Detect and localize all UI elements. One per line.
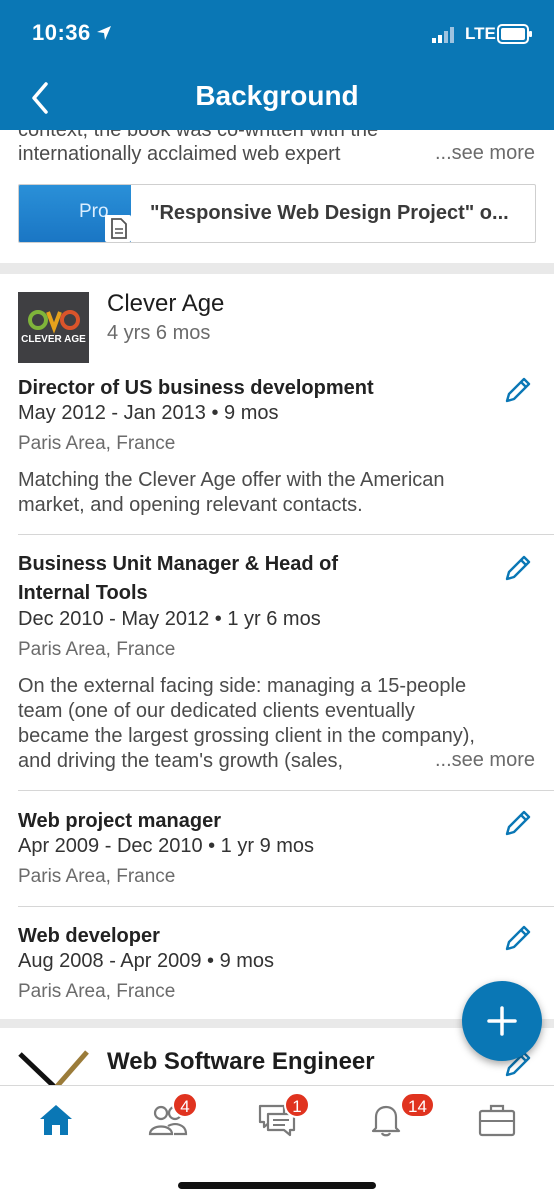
media-title: "Responsive Web Design Project" o... bbox=[150, 202, 509, 224]
battery-icon bbox=[497, 24, 532, 44]
add-button[interactable] bbox=[462, 981, 542, 1061]
position-dates: May 2012 - Jan 2013 • 9 mos bbox=[18, 402, 279, 424]
position-title: Web project manager bbox=[18, 810, 222, 832]
company-logo[interactable]: CLEVER AGE bbox=[18, 292, 89, 363]
position-location: Paris Area, France bbox=[18, 866, 176, 887]
position-item: Business Unit Manager & Head of Internal… bbox=[0, 550, 554, 780]
pencil-icon bbox=[505, 555, 531, 581]
home-icon bbox=[40, 1105, 72, 1135]
position-description-line: On the external facing side: managing a … bbox=[18, 675, 467, 697]
plus-icon bbox=[487, 1006, 517, 1036]
background-scroll-area[interactable]: context, the book was co-written with th… bbox=[0, 130, 554, 1085]
position-item: Web project manager Apr 2009 - Dec 2010 … bbox=[0, 807, 554, 897]
briefcase-icon bbox=[478, 1104, 516, 1137]
network-type: LTE bbox=[465, 24, 496, 43]
position-description-line: became the largest grossing client in th… bbox=[18, 725, 475, 747]
publication-media-attachment[interactable]: Pro "Responsive Web Design Project" o... bbox=[18, 184, 536, 243]
position-location: Paris Area, France bbox=[18, 981, 176, 1002]
position-dates: Dec 2010 - May 2012 • 1 yr 6 mos bbox=[18, 608, 321, 630]
edit-position-button[interactable] bbox=[502, 374, 534, 406]
see-more-link[interactable]: ...see more bbox=[428, 749, 535, 772]
divider bbox=[18, 790, 554, 791]
position-title: Web Software Engineer bbox=[107, 1048, 375, 1075]
bell-icon bbox=[371, 1105, 401, 1137]
location-arrow-icon bbox=[97, 26, 111, 40]
bottom-tab-bar: 4 1 14 bbox=[0, 1085, 554, 1201]
position-location: Paris Area, France bbox=[18, 433, 176, 454]
tab-my-network[interactable]: 4 bbox=[131, 1086, 201, 1156]
messages-badge: 1 bbox=[284, 1092, 310, 1118]
document-icon bbox=[105, 215, 131, 242]
position-title: Internal Tools bbox=[18, 582, 148, 604]
company-duration: 4 yrs 6 mos bbox=[107, 322, 211, 344]
home-indicator[interactable] bbox=[178, 1182, 376, 1189]
publication-card: context, the book was co-written with th… bbox=[0, 130, 554, 263]
pencil-icon bbox=[505, 925, 531, 951]
pencil-icon bbox=[505, 377, 531, 403]
position-title: Business Unit Manager & Head of bbox=[18, 553, 339, 575]
status-time: 10:36 bbox=[32, 20, 91, 45]
position-description-line: market, and opening relevant contacts. bbox=[18, 494, 363, 516]
position-description-line: Matching the Clever Age offer with the A… bbox=[18, 469, 445, 491]
edit-position-button[interactable] bbox=[502, 922, 534, 954]
edit-position-button[interactable] bbox=[502, 807, 534, 839]
app-header: 10:36 LTE Background bbox=[0, 0, 554, 130]
position-dates: Aug 2008 - Apr 2009 • 9 mos bbox=[18, 950, 275, 972]
tab-notifications[interactable]: 14 bbox=[351, 1086, 435, 1156]
clever-age-logo-mark bbox=[28, 310, 80, 334]
position-title: Web developer bbox=[18, 925, 160, 947]
company-logo[interactable] bbox=[18, 1046, 89, 1085]
publication-text-line: internationally acclaimed web expert bbox=[18, 143, 341, 165]
status-bar: 10:36 LTE bbox=[0, 0, 554, 70]
signal-icon bbox=[432, 27, 454, 43]
divider bbox=[18, 534, 554, 535]
position-dates: Apr 2009 - Dec 2010 • 1 yr 9 mos bbox=[18, 835, 315, 857]
position-item: Director of US business development May … bbox=[0, 374, 554, 534]
tab-messaging[interactable]: 1 bbox=[241, 1086, 311, 1156]
tab-jobs[interactable] bbox=[461, 1086, 531, 1156]
page-title: Background bbox=[195, 80, 359, 111]
media-thumbnail: Pro bbox=[19, 185, 131, 242]
network-badge: 4 bbox=[172, 1092, 198, 1118]
position-description-line: team (one of our dedicated clients event… bbox=[18, 700, 415, 722]
pencil-icon bbox=[505, 810, 531, 836]
company-name[interactable]: Clever Age bbox=[107, 290, 224, 318]
edit-position-button[interactable] bbox=[502, 552, 534, 584]
see-more-link[interactable]: ...see more bbox=[428, 142, 535, 165]
notifications-badge: 14 bbox=[400, 1092, 435, 1118]
position-location: Paris Area, France bbox=[18, 639, 176, 660]
logo-text: CLEVER AGE bbox=[21, 334, 86, 345]
tab-home[interactable] bbox=[21, 1086, 91, 1156]
position-title: Director of US business development bbox=[18, 377, 374, 399]
company-card: CLEVER AGE Clever Age 4 yrs 6 mos Direct… bbox=[0, 274, 554, 1019]
divider bbox=[18, 906, 554, 907]
